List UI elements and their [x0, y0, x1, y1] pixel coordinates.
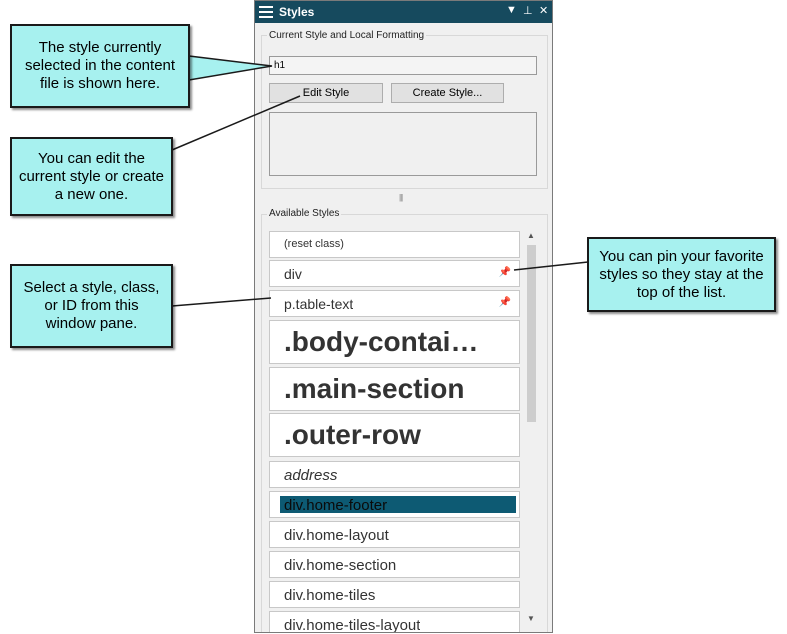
list-item-label: div.home-layout — [284, 527, 389, 544]
local-formatting-box — [269, 112, 537, 176]
list-item-selected[interactable]: div.home-footer — [269, 491, 520, 518]
create-style-button[interactable]: Create Style... — [391, 83, 504, 103]
scroll-down-arrow-icon[interactable]: ▼ — [527, 614, 535, 623]
list-item[interactable]: div.home-section — [269, 551, 520, 578]
list-item[interactable]: div 📌 — [269, 260, 520, 287]
edit-style-button[interactable]: Edit Style — [269, 83, 383, 103]
callout-select-style: Select a style, class, or ID from this w… — [10, 264, 173, 348]
splitter-grip-icon[interactable]: ||| — [399, 193, 403, 202]
list-item-label: div.home-tiles — [284, 587, 376, 604]
current-style-group-label: Current Style and Local Formatting — [267, 30, 427, 41]
scroll-up-arrow-icon[interactable]: ▲ — [527, 231, 535, 240]
callout-edit-create: You can edit the current style or create… — [10, 137, 173, 216]
panel-title: Styles — [279, 5, 315, 19]
list-item-label: div — [284, 266, 302, 282]
hamburger-menu-icon[interactable] — [259, 6, 273, 18]
dropdown-arrow-icon[interactable]: ▼ — [506, 4, 517, 16]
list-item[interactable]: address — [269, 461, 520, 488]
list-item-label: .main-section — [284, 373, 465, 404]
current-style-field[interactable]: h1 — [269, 56, 537, 75]
available-styles-group-label: Available Styles — [267, 208, 342, 219]
list-item[interactable]: .body-contai… — [269, 320, 520, 364]
pin-icon[interactable]: 📌 — [499, 297, 511, 308]
list-item-label: div.home-section — [284, 557, 397, 574]
list-item[interactable]: .outer-row — [269, 413, 520, 457]
list-item-label: div.home-footer — [284, 497, 388, 514]
available-styles-list[interactable]: (reset class) div 📌 p.table-text 📌 .body… — [269, 229, 539, 633]
list-item-label: .outer-row — [284, 419, 421, 450]
list-item-label: div.home-tiles-layout — [284, 617, 421, 633]
list-item[interactable]: div.home-layout — [269, 521, 520, 548]
list-item-label: p.table-text — [284, 296, 354, 312]
callout-current-style: The style currently selected in the cont… — [10, 24, 190, 108]
list-item-label: (reset class) — [284, 238, 344, 250]
list-item[interactable]: .main-section — [269, 367, 520, 411]
callout-pin-favorites: You can pin your favorite styles so they… — [587, 237, 776, 312]
list-item[interactable]: div.home-tiles-layout — [269, 611, 520, 633]
pin-icon[interactable]: 📌 — [499, 267, 511, 278]
scrollbar-thumb[interactable] — [527, 245, 536, 422]
list-item[interactable]: p.table-text 📌 — [269, 290, 520, 317]
list-item-label: address — [284, 467, 338, 484]
list-item[interactable]: div.home-tiles — [269, 581, 520, 608]
styles-panel: Styles ▼ ⊥ ✕ Current Style and Local For… — [254, 0, 553, 633]
list-item-label: .body-contai… — [284, 326, 479, 357]
close-icon[interactable]: ✕ — [539, 4, 548, 17]
pin-panel-icon[interactable]: ⊥ — [523, 4, 533, 17]
panel-titlebar: Styles ▼ ⊥ ✕ — [255, 1, 552, 23]
list-item[interactable]: (reset class) — [269, 231, 520, 258]
